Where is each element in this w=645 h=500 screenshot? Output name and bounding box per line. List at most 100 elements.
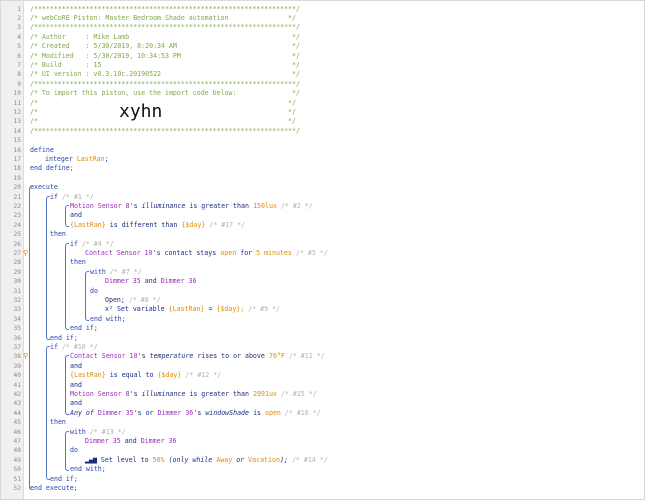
code-token: then [70,258,86,267]
code-token: = [208,305,213,314]
header-comment-line: /***************************************… [30,23,300,32]
code-token: Vacation [248,455,280,464]
code-token: and [124,436,137,445]
line-number: 42 [13,390,21,398]
code-token: illuminance [141,201,186,210]
line-number: 52 [13,484,21,492]
line-number: 27 [13,249,21,257]
code-editor: 1 2 3 4 5 6 7 8 9 10 11 12 13 14 15 16 17 18 19 20 21 22 23 24 2… [0,0,645,500]
code-token: /* #2 */ [280,201,313,210]
code-token: (only while [168,455,213,464]
line-number: 17 [13,155,21,163]
device-name: Dimmer 36 [157,408,194,417]
code-token: if [50,342,58,351]
device-name: Motion Sensor 8 [70,201,130,210]
code-token: open [220,248,237,257]
code-token: windowShade [205,408,249,417]
header-comment-line: /***************************************… [30,126,300,135]
header-comment-line: /* Author : Mike Lamb */ [30,32,300,41]
code-token: Open; [105,295,125,304]
code-token: 76°F [269,352,285,361]
code-token: 's [129,389,138,398]
code-token: /* #12 */ [185,371,222,380]
header-comment-line: /* Build : 15 */ [30,60,300,69]
code-token: and [70,361,82,370]
device-name: Dimmer 36 [160,277,197,286]
code-token: /* #9 */ [248,305,281,314]
device-name: Dimmer 35 [105,277,141,286]
line-number: 33 [13,306,21,314]
code-token: Set level to [100,455,149,464]
condition-group-bracket [65,204,69,227]
code-token: /* #14 */ [291,455,328,464]
code-token: 's [129,201,138,210]
code-token: end if; [70,324,98,333]
type-keyword: integer [45,154,73,163]
device-name: Contact Sensor 10 [70,352,138,361]
keyword: define [30,145,54,154]
with-block-bracket [65,430,69,472]
code-token: 's [137,352,146,361]
header-comment-line: /* Created : 5/30/2019, 8:20:34 AM */ [30,42,300,51]
device-name: Motion Sensor 8 [70,389,130,398]
device-name: Contact Sensor 10 [85,248,153,257]
variable-icon: x² [105,305,113,314]
line-number: 16 [13,146,21,154]
code-token: then [50,418,66,427]
header-comment-line: /* webCoRE Piston: Master Bedroom Shade … [30,13,296,22]
line-number: 43 [13,400,21,408]
line-number: 29 [13,268,21,276]
line-number: 47 [13,437,21,445]
code-token: if [70,239,78,248]
with-block-bracket [85,270,89,321]
line-number: 24 [13,221,21,229]
line-number: 23 [13,212,21,220]
line-number: 28 [13,259,21,267]
line-number: 48 [13,447,21,455]
code-token: /* #17 */ [209,220,246,229]
if-block-bracket [46,195,50,340]
code-token: open [265,408,281,417]
code-token: /* #11 */ [288,352,325,361]
code-token: do [90,286,98,295]
code-token: {LastRan} [70,220,106,229]
keyword: if [50,192,58,201]
line-number: 5 [17,43,21,51]
code-token: ); [280,455,288,464]
line-number: 36 [13,334,21,342]
code-token: 's [193,408,202,417]
code-token: temperature [149,352,194,361]
trigger-icon: ⚲ [23,352,29,361]
code-token: and [70,399,82,408]
line-number: 40 [13,372,21,380]
line-number: 44 [13,409,21,417]
code-token: /* #15 */ [280,389,317,398]
if-block-bracket [46,345,50,481]
line-number: 1 [17,5,21,13]
code-token: 's or [133,408,154,417]
line-number: 26 [13,240,21,248]
code-token: with [90,267,106,276]
code-token: 's contact stays [152,248,217,257]
code-token: 5 minutes [256,248,292,257]
code-token: do [70,446,78,455]
statement-id-comment: /* #1 */ [61,192,94,201]
line-number-gutter: 1 2 3 4 5 6 7 8 9 10 11 12 13 14 15 16 17 18 19 20 21 22 23 24 2… [1,1,24,499]
line-number: 4 [17,33,21,41]
code-token: {$day}; [216,305,245,314]
device-name: Dimmer 35 [85,436,121,445]
line-number: 38 [13,353,21,361]
code-token: end if; [50,474,78,483]
code-token: /* #16 */ [284,408,321,417]
line-number: 12 [13,108,21,116]
code-token: with [70,427,86,436]
line-number: 20 [13,184,21,192]
execute-block-bracket [29,186,33,490]
code-token: Away [216,455,233,464]
code-token: /* #10 */ [61,342,98,351]
code-token: for [240,248,253,257]
header-comment-line: /* To import this piston, use the import… [30,89,300,98]
header-comment-line: /* UI version : v0.3.10c.20190522 */ [30,70,300,79]
line-number: 6 [17,52,21,60]
line-number: 19 [13,174,21,182]
